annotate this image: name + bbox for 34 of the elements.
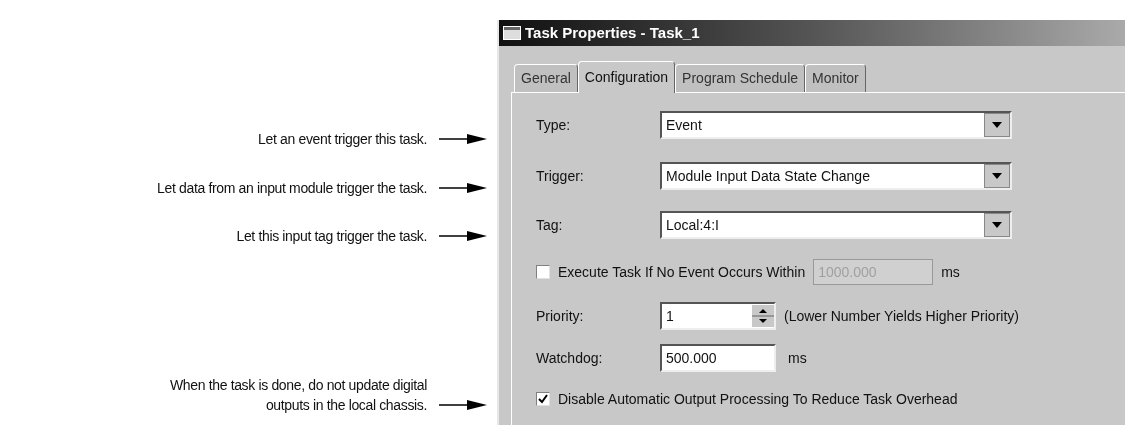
priority-note: (Lower Number Yields Higher Priority) [784, 306, 1019, 326]
window-icon [503, 26, 521, 40]
caret-icon [992, 173, 1002, 179]
field-label: Type: [536, 115, 572, 135]
checkbox-label: Disable Automatic Output Processing To Reduce Task Overhead [558, 389, 958, 409]
dropdown[interactable]: Event [660, 111, 1012, 139]
caret-icon [992, 222, 1002, 228]
arrow-icon [439, 230, 487, 241]
caret-icon [992, 122, 1002, 128]
tab[interactable]: Configuration [577, 61, 676, 93]
tab[interactable]: General [514, 64, 578, 92]
arrow-icon [439, 183, 487, 194]
checkbox-label: Execute Task If No Event Occurs Within [558, 262, 806, 282]
field-label: Trigger: [536, 166, 585, 186]
callout-text: Let data from an input module trigger the task. [157, 179, 427, 199]
arrow-icon [439, 133, 487, 144]
unit-label: ms [941, 262, 960, 282]
window-title: Task Properties - Task_1 [525, 22, 700, 43]
dropdown[interactable]: Local:4:I [660, 211, 1012, 239]
callout-text: Let this input tag trigger the task. [236, 226, 427, 246]
dropdown[interactable]: Module Input Data State Change [660, 162, 1012, 190]
field-label: Priority: [536, 306, 585, 326]
spin-arrows-icon [752, 305, 774, 327]
priority-spinner[interactable]: 1 [660, 302, 776, 330]
tab[interactable]: Program Schedule [675, 64, 806, 92]
watchdog-field[interactable]: 500.000 [660, 344, 776, 372]
arrow-icon [439, 400, 487, 410]
checkbox[interactable] [536, 392, 550, 406]
callout-text: Let an event trigger this task. [258, 129, 427, 149]
field-label: Watchdog: [536, 348, 604, 368]
callout-text: When the task is done, do not update digital outputs in the local chassis. [170, 376, 427, 415]
tab[interactable]: Monitor [805, 64, 866, 92]
unit-label: ms [788, 348, 807, 368]
field-label: Tag: [536, 215, 564, 235]
